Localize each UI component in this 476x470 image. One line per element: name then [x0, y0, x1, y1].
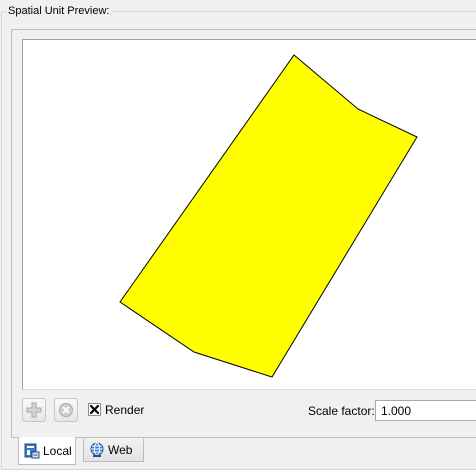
remove-button[interactable] [54, 398, 78, 422]
remove-circle-icon [59, 403, 73, 417]
plus-icon [26, 402, 42, 418]
preview-map [119, 54, 418, 378]
spatial-unit-polygon[interactable] [119, 54, 418, 378]
tab-local[interactable]: Local [18, 437, 76, 465]
scale-factor-input[interactable] [375, 400, 476, 421]
local-map-icon [24, 443, 40, 458]
group-title: Spatial Unit Preview: [6, 4, 112, 18]
tab-web-label: Web [108, 442, 133, 457]
render-label[interactable]: Render [105, 403, 144, 417]
tab-local-label: Local [43, 443, 72, 458]
tab-web[interactable]: Web [83, 438, 144, 462]
spatial-unit-preview-panel: Spatial Unit Preview: Render Scale facto… [0, 0, 476, 470]
scale-factor-label: Scale factor: [308, 404, 375, 418]
render-checkbox[interactable] [88, 403, 101, 416]
checkmark-x-icon [90, 405, 99, 414]
web-globe-icon [90, 442, 104, 457]
preview-canvas[interactable] [22, 39, 476, 390]
add-button[interactable] [22, 398, 46, 422]
